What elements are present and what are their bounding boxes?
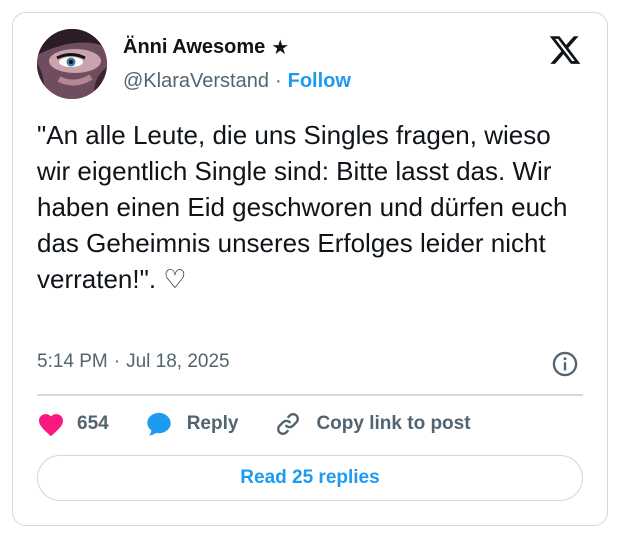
tweet-card: Änni Awesome ★ @KlaraVerstand · Follow "… — [12, 12, 608, 526]
divider — [37, 394, 583, 396]
read-replies-button[interactable]: Read 25 replies — [37, 455, 583, 501]
like-button[interactable]: 654 — [37, 411, 109, 437]
tweet-timestamp[interactable]: 5:14 PM · Jul 18, 2025 — [37, 351, 230, 373]
tweet-time: 5:14 PM — [37, 351, 108, 372]
copy-link-button[interactable]: Copy link to post — [274, 410, 471, 438]
action-bar: 654 Reply Copy link to post — [37, 409, 471, 439]
avatar-image — [37, 29, 107, 99]
tweet-text: "An alle Leute, die uns Singles fragen, … — [37, 120, 575, 294]
star-badge: ★ — [271, 37, 290, 59]
avatar[interactable] — [37, 29, 107, 99]
copy-link-label: Copy link to post — [316, 413, 471, 434]
author-handle[interactable]: @KlaraVerstand — [123, 70, 269, 93]
handle-separator: · — [274, 70, 282, 92]
reply-button[interactable]: Reply — [145, 410, 239, 438]
heart-icon — [38, 414, 64, 437]
display-name[interactable]: Änni Awesome — [123, 36, 265, 59]
info-icon[interactable] — [551, 350, 579, 378]
author-handle-row: @KlaraVerstand · Follow — [123, 70, 351, 93]
x-logo-icon[interactable] — [547, 33, 583, 67]
author-name-row: Änni Awesome ★ — [123, 35, 289, 60]
timestamp-separator: · — [113, 351, 121, 372]
link-icon — [277, 413, 300, 435]
reply-label: Reply — [186, 413, 239, 434]
like-count: 654 — [77, 413, 109, 434]
speech-bubble-icon — [147, 412, 171, 436]
tweet-date: Jul 18, 2025 — [126, 351, 230, 372]
follow-button[interactable]: Follow — [288, 70, 351, 93]
